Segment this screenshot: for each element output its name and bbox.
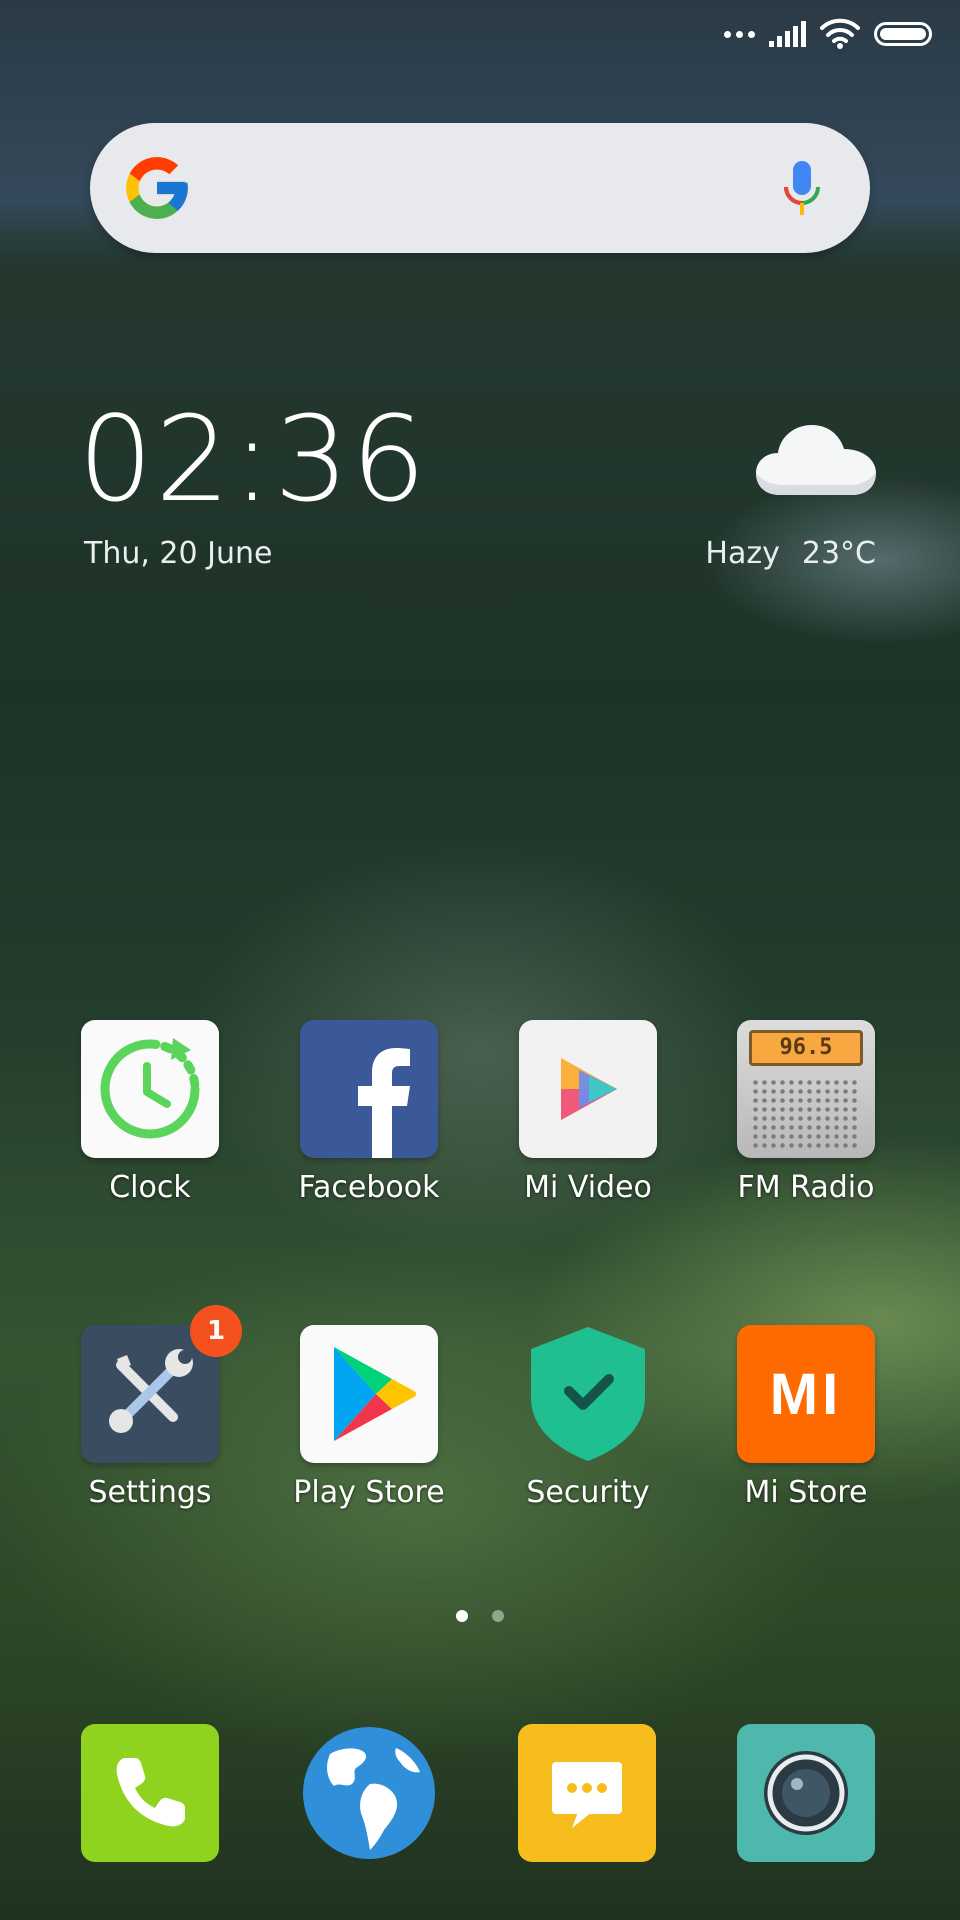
app-settings[interactable]: 1 Settings <box>50 1305 250 1510</box>
app-label: Mi Store <box>744 1475 868 1510</box>
messages-icon[interactable] <box>518 1724 656 1862</box>
fm-radio-display: 96.5 <box>749 1030 863 1066</box>
app-label: FM Radio <box>737 1170 875 1205</box>
mi-logo: MI <box>769 1361 843 1427</box>
app-facebook[interactable]: Facebook <box>269 1020 469 1205</box>
play-store-icon <box>300 1325 438 1463</box>
clock-date[interactable]: Thu, 20 June <box>84 536 272 571</box>
security-shield-icon <box>519 1325 657 1463</box>
app-label: Security <box>526 1475 650 1510</box>
app-label: Mi Video <box>524 1170 652 1205</box>
status-bar <box>724 16 932 52</box>
battery-icon <box>874 22 932 46</box>
app-label: Play Store <box>293 1475 445 1510</box>
app-fm-radio[interactable]: 96.5 FM Radio <box>706 1020 906 1205</box>
app-label: Settings <box>88 1475 212 1510</box>
speaker-grille <box>751 1078 861 1148</box>
page-indicator <box>0 1610 960 1622</box>
fm-radio-icon: 96.5 <box>737 1020 875 1158</box>
mi-store-icon: MI <box>737 1325 875 1463</box>
mic-icon[interactable] <box>782 159 822 219</box>
google-g-icon <box>126 157 188 219</box>
weather-condition: Hazy <box>705 536 780 571</box>
app-label: Clock <box>109 1170 191 1205</box>
app-mi-video[interactable]: Mi Video <box>488 1020 688 1205</box>
browser-globe-icon[interactable] <box>300 1724 438 1862</box>
mi-video-icon <box>519 1020 657 1158</box>
app-label: Facebook <box>298 1170 440 1205</box>
weather-temperature: 23°C <box>801 536 876 571</box>
notification-badge: 1 <box>190 1305 242 1357</box>
facebook-icon <box>300 1020 438 1158</box>
page-dot[interactable] <box>492 1610 504 1622</box>
signal-icon <box>769 21 806 47</box>
page-dot-active[interactable] <box>456 1610 468 1622</box>
app-play-store[interactable]: Play Store <box>269 1325 469 1510</box>
cloud-icon[interactable] <box>754 415 878 499</box>
phone-icon[interactable] <box>81 1724 219 1862</box>
clock-icon <box>81 1020 219 1158</box>
weather-summary[interactable]: Hazy 23°C <box>705 536 876 571</box>
wifi-icon <box>820 18 860 49</box>
more-dots-icon <box>724 30 755 38</box>
google-search-bar[interactable] <box>90 123 870 253</box>
app-security[interactable]: Security <box>488 1325 688 1510</box>
app-clock[interactable]: Clock <box>50 1020 250 1205</box>
app-mi-store[interactable]: MI Mi Store <box>706 1325 906 1510</box>
camera-icon[interactable] <box>737 1724 875 1862</box>
clock-time[interactable]: 02:36 <box>78 400 428 518</box>
